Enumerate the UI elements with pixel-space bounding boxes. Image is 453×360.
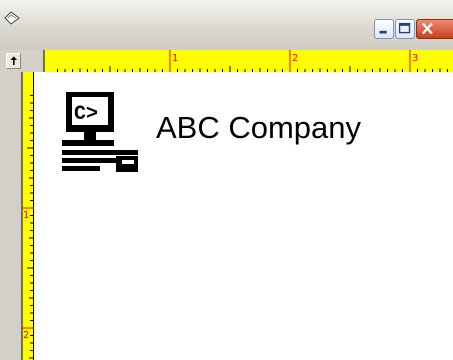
- vertical-ruler-gutter: [12, 72, 22, 360]
- company-name[interactable]: ABC Company: [156, 110, 361, 146]
- horizontal-ruler-face: [22, 50, 453, 72]
- maximize-button[interactable]: [395, 19, 415, 39]
- vertical-ruler-number: 1: [23, 210, 29, 221]
- close-icon: [422, 22, 433, 35]
- horizontal-ruler-number: 2: [292, 53, 298, 64]
- horizontal-ruler[interactable]: 1 2 3: [22, 50, 453, 72]
- horizontal-ruler-number: 3: [412, 53, 418, 64]
- computer-c-prompt-icon: C>: [62, 92, 138, 172]
- tab-stop-icon: [10, 56, 17, 65]
- close-button[interactable]: [416, 19, 453, 39]
- maximize-icon: [398, 22, 411, 34]
- title-bar: [0, 0, 453, 50]
- horizontal-ruler-margin: [22, 50, 44, 72]
- vertical-ruler[interactable]: 12: [12, 72, 34, 360]
- tab-stop-selector[interactable]: [6, 53, 21, 69]
- horizontal-ruler-number: 1: [172, 53, 178, 64]
- minimize-icon: [379, 30, 387, 34]
- logo-prompt-text: C>: [74, 103, 98, 126]
- vertical-ruler-number: 2: [23, 330, 29, 341]
- app-icon: [4, 11, 20, 25]
- minimize-button[interactable]: [374, 19, 394, 39]
